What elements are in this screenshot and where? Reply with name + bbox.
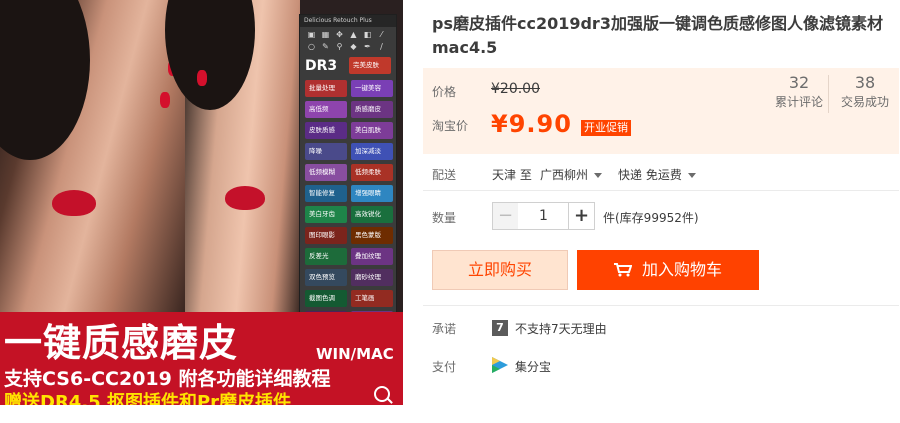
plugin-button: 增强眼睛: [351, 185, 393, 202]
plugin-button: 一键美容: [351, 80, 393, 97]
plugin-button: 图印眼影: [305, 227, 347, 244]
chevron-down-icon: [687, 173, 696, 178]
stamp-icon: ⚲: [336, 42, 343, 51]
price-block: 价格 ¥20.00 淘宝价 ¥9.90 开业促销 32 累计评论 38 交易成功: [423, 68, 899, 154]
grid-icon: ▦: [321, 30, 330, 39]
divider: [423, 190, 899, 191]
divider: [423, 305, 899, 306]
shipping-destination: 广西柳州: [540, 168, 589, 182]
plugin-button: 工笔画: [351, 290, 393, 307]
payment-label: 支付: [432, 360, 457, 374]
lips-shape: [225, 186, 265, 210]
plugin-logo-row: DR3 完美皮肤: [300, 51, 396, 76]
nail-shape: [160, 92, 170, 108]
trades-label: 交易成功: [840, 95, 889, 109]
plugin-button: 双色预览: [305, 269, 347, 286]
plugin-logo: DR3: [305, 57, 338, 74]
plugin-button: 截图色调: [305, 290, 347, 307]
triangle-icon: ▲: [350, 30, 357, 39]
plugin-button: 黑色蒙版: [351, 227, 393, 244]
plugin-button: 反差光: [305, 248, 347, 265]
plugin-button: 质感磨皮: [351, 101, 393, 118]
promise-text[interactable]: 不支持7天无理由: [515, 320, 607, 337]
drop-icon: ◆: [350, 42, 357, 51]
plugin-button: 批量处理: [305, 80, 347, 97]
chevron-down-icon: [594, 173, 603, 178]
quantity-increase-button[interactable]: +: [568, 202, 595, 230]
plugin-button: 高效锐化: [351, 206, 393, 223]
add-to-cart-button[interactable]: 加入购物车: [577, 250, 759, 290]
plugin-button: 美白肌肤: [351, 122, 393, 139]
trades-stat[interactable]: 38 交易成功: [837, 73, 893, 111]
product-main-image[interactable]: Delicious Retouch Plus ▣ ▦ ✥ ▲ ◧ ⁄ ○ ✎ ⚲…: [0, 0, 403, 405]
shipping-from: 天津 至: [492, 168, 532, 182]
product-title: ps磨皮插件cc2019dr3加强版一键调色质感修图人像滤镜素材mac4.5: [432, 14, 883, 57]
plugin-button: 高低频: [305, 101, 347, 118]
plugin-button: 低频模糊: [305, 164, 347, 181]
stroke-icon: ∕: [380, 42, 383, 51]
plugin-button-grid: 批量处理 一键美容 高低频 质感磨皮 皮肤质感 美白肌肤 降噪 加深减淡 低频模糊 低频柔肤 智能修…: [300, 76, 396, 332]
jifenbao-icon: [492, 357, 508, 373]
shipping-label: 配送: [432, 168, 457, 182]
taobao-price-label: 淘宝价: [432, 119, 469, 133]
eyedropper-icon: ⁄: [380, 30, 383, 39]
plugin-tool-row: ▣ ▦ ✥ ▲ ◧ ⁄: [300, 27, 396, 39]
reviews-stat[interactable]: 32 累计评论: [771, 73, 827, 111]
quantity-label: 数量: [432, 211, 457, 225]
price-label: 价格: [432, 85, 457, 99]
taobao-price: ¥9.90: [491, 110, 572, 138]
plugin-panel: Delicious Retouch Plus ▣ ▦ ✥ ▲ ◧ ⁄ ○ ✎ ⚲…: [299, 14, 397, 346]
reviews-label: 累计评论: [774, 95, 823, 109]
banner-headline: 一键质感磨皮: [4, 321, 239, 365]
banner-gift-text: 赠送DR4.5 抠图插件和Pr磨皮插件: [4, 392, 292, 405]
banner-platform: WIN/MAC: [316, 345, 394, 363]
plugin-button: 皮肤质感: [305, 122, 347, 139]
plugin-button: 磨砂纹理: [351, 269, 393, 286]
promise-label: 承诺: [432, 322, 457, 336]
plugin-panel-title: Delicious Retouch Plus: [300, 15, 396, 27]
move-icon: ✥: [336, 30, 343, 39]
stat-divider: [828, 75, 829, 113]
original-price: ¥20.00: [491, 81, 540, 97]
plugin-button: 低频柔肤: [351, 164, 393, 181]
stock-text: 件(库存99952件): [603, 211, 699, 225]
plugin-button: 美白牙齿: [305, 206, 347, 223]
payment-method[interactable]: 集分宝: [515, 358, 551, 375]
hair-shape: [0, 0, 90, 160]
adjust-icon: ◧: [363, 30, 372, 39]
model-photo-after: [165, 0, 300, 312]
nail-shape: [197, 70, 207, 86]
trades-count: 38: [854, 73, 876, 92]
shipping-method: 快递 免运费: [618, 168, 682, 182]
quantity-decrease-button[interactable]: −: [492, 202, 519, 230]
shipping-method-select[interactable]: 快递 免运费: [618, 166, 696, 183]
frame-icon: ▣: [307, 30, 316, 39]
buy-now-button[interactable]: 立即购买: [432, 250, 568, 290]
plugin-button: 降噪: [305, 143, 347, 160]
lasso-icon: ○: [308, 42, 315, 51]
plugin-button: 叠加纹理: [351, 248, 393, 265]
reviews-count: 32: [788, 73, 810, 92]
plugin-button: 加深减淡: [351, 143, 393, 160]
lips-shape: [52, 190, 96, 216]
plugin-button: 完美皮肤: [349, 57, 391, 74]
pen-icon: ✒: [364, 42, 371, 51]
brush-icon: ✎: [322, 42, 329, 51]
cart-icon: [613, 263, 632, 277]
shipping-destination-select[interactable]: 广西柳州: [540, 166, 603, 183]
plugin-button: 智能修复: [305, 185, 347, 202]
quantity-input[interactable]: 1: [518, 202, 569, 230]
promo-badge: 开业促销: [581, 120, 631, 136]
banner-subtitle: 支持CS6-CC2019 附各功能详细教程: [4, 368, 331, 390]
model-photo-before: [0, 0, 185, 312]
zoom-icon[interactable]: [374, 386, 390, 402]
seven-day-icon: 7: [492, 320, 508, 336]
promo-banner: 一键质感磨皮 WIN/MAC 支持CS6-CC2019 附各功能详细教程 赠送D…: [0, 312, 403, 405]
plugin-tool-row: ○ ✎ ⚲ ◆ ✒ ∕: [300, 39, 396, 51]
add-to-cart-label: 加入购物车: [641, 260, 722, 279]
